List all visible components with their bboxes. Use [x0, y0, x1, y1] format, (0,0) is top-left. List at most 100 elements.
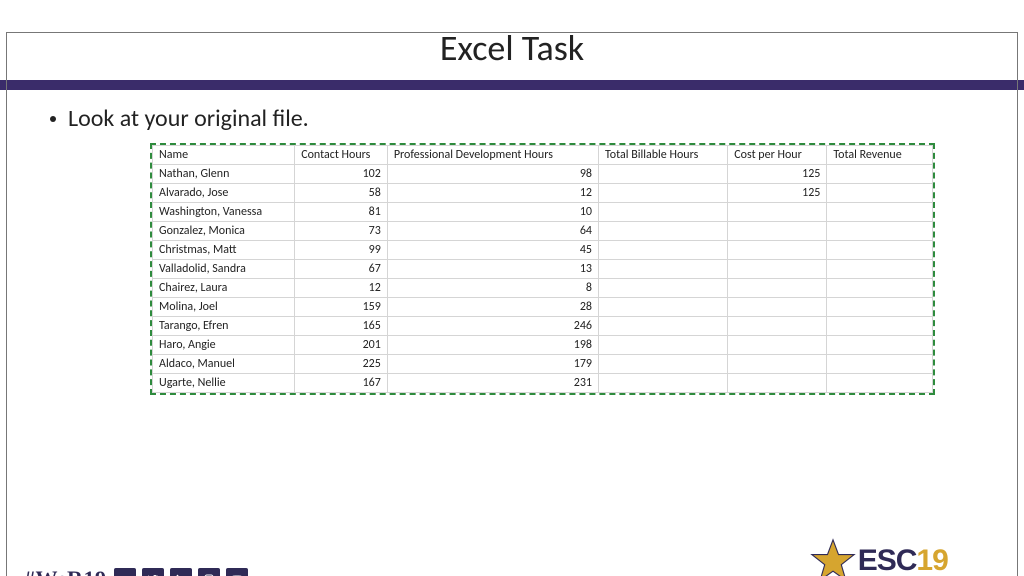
- cell: [728, 355, 827, 374]
- cell: [728, 279, 827, 298]
- cell: Gonzalez, Monica: [153, 222, 295, 241]
- cell: [728, 260, 827, 279]
- cell: 12: [387, 184, 598, 203]
- cell: [599, 317, 728, 336]
- bullet-item: Look at your original file.: [50, 104, 984, 133]
- cell: 12: [295, 279, 388, 298]
- cell: 231: [387, 374, 598, 393]
- cell: [827, 355, 933, 374]
- cell: [728, 336, 827, 355]
- youtube-icon: [226, 568, 248, 576]
- cell: [599, 336, 728, 355]
- table-row: Washington, Vanessa8110: [153, 203, 933, 222]
- cell: 73: [295, 222, 388, 241]
- col-header: Total Revenue: [827, 146, 933, 165]
- col-header: Total Billable Hours: [599, 146, 728, 165]
- cell: 58: [295, 184, 388, 203]
- cell: [599, 165, 728, 184]
- cell: [827, 260, 933, 279]
- hashtag: #WeR19: [24, 566, 106, 576]
- table-row: Aldaco, Manuel225179: [153, 355, 933, 374]
- cell: 98: [387, 165, 598, 184]
- cell: Haro, Angie: [153, 336, 295, 355]
- cell: Washington, Vanessa: [153, 203, 295, 222]
- cell: [827, 298, 933, 317]
- col-header: Cost per Hour: [728, 146, 827, 165]
- cell: [728, 203, 827, 222]
- table-row: Valladolid, Sandra6713: [153, 260, 933, 279]
- footer: #WeR19 ESC19: [0, 544, 1024, 576]
- cell: Ugarte, Nellie: [153, 374, 295, 393]
- bullet-text: Look at your original file.: [68, 104, 309, 133]
- table-row: Christmas, Matt9945: [153, 241, 933, 260]
- logo-text: ESC19: [858, 544, 948, 576]
- slide: Excel Task Look at your original file. N…: [0, 26, 1024, 576]
- cell: 165: [295, 317, 388, 336]
- cell: [728, 317, 827, 336]
- cell: [827, 279, 933, 298]
- cell: [827, 374, 933, 393]
- cell: [827, 165, 933, 184]
- excel-table: Name Contact Hours Professional Developm…: [152, 145, 933, 393]
- cell: [599, 241, 728, 260]
- cell: Nathan, Glenn: [153, 165, 295, 184]
- esc19-logo: ESC19 Serving the Educational Communitie…: [758, 538, 1000, 576]
- table-row: Haro, Angie201198: [153, 336, 933, 355]
- star-icon: [810, 538, 856, 576]
- table-row: Alvarado, Jose5812 125: [153, 184, 933, 203]
- cell: 8: [387, 279, 598, 298]
- cell: 225: [295, 355, 388, 374]
- cell: Alvarado, Jose: [153, 184, 295, 203]
- cell: Tarango, Efren: [153, 317, 295, 336]
- table-body: Nathan, Glenn10298125Alvarado, Jose58121…: [153, 165, 933, 393]
- cell: [827, 184, 933, 203]
- cell: 67: [295, 260, 388, 279]
- table-row: Tarango, Efren165246: [153, 317, 933, 336]
- cell: 201: [295, 336, 388, 355]
- cell: 125: [728, 184, 827, 203]
- title-underline: [0, 80, 1024, 90]
- bullet-icon: [50, 116, 56, 122]
- cell: [827, 222, 933, 241]
- cell: 81: [295, 203, 388, 222]
- content-area: Look at your original file. Name Contact…: [0, 90, 1024, 395]
- cell: Aldaco, Manuel: [153, 355, 295, 374]
- cell: [827, 317, 933, 336]
- cell: [599, 203, 728, 222]
- cell: [728, 298, 827, 317]
- cell: 102: [295, 165, 388, 184]
- excel-table-selection: Name Contact Hours Professional Developm…: [150, 143, 935, 395]
- cell: 125: [728, 165, 827, 184]
- cell: [728, 241, 827, 260]
- cell: Christmas, Matt: [153, 241, 295, 260]
- table-row: Nathan, Glenn10298 125: [153, 165, 933, 184]
- cell: [827, 336, 933, 355]
- cell: 28: [387, 298, 598, 317]
- table-row: Gonzalez, Monica7364: [153, 222, 933, 241]
- col-header: Contact Hours: [295, 146, 388, 165]
- cell: [599, 260, 728, 279]
- cell: 64: [387, 222, 598, 241]
- cell: [599, 184, 728, 203]
- cell: [599, 279, 728, 298]
- cell: [728, 374, 827, 393]
- table-row: Chairez, Laura128: [153, 279, 933, 298]
- facebook-icon: [114, 568, 136, 576]
- cell: Valladolid, Sandra: [153, 260, 295, 279]
- cell: [728, 222, 827, 241]
- slide-title: Excel Task: [0, 26, 1024, 70]
- cell: 45: [387, 241, 598, 260]
- cell: Chairez, Laura: [153, 279, 295, 298]
- cell: 10: [387, 203, 598, 222]
- cell: 167: [295, 374, 388, 393]
- col-header: Professional Development Hours: [387, 146, 598, 165]
- table-row: Ugarte, Nellie167231: [153, 374, 933, 393]
- cell: [599, 222, 728, 241]
- cell: [599, 298, 728, 317]
- cell: [827, 241, 933, 260]
- col-header: Name: [153, 146, 295, 165]
- cell: 198: [387, 336, 598, 355]
- cell: [599, 355, 728, 374]
- cell: Molina, Joel: [153, 298, 295, 317]
- cell: 159: [295, 298, 388, 317]
